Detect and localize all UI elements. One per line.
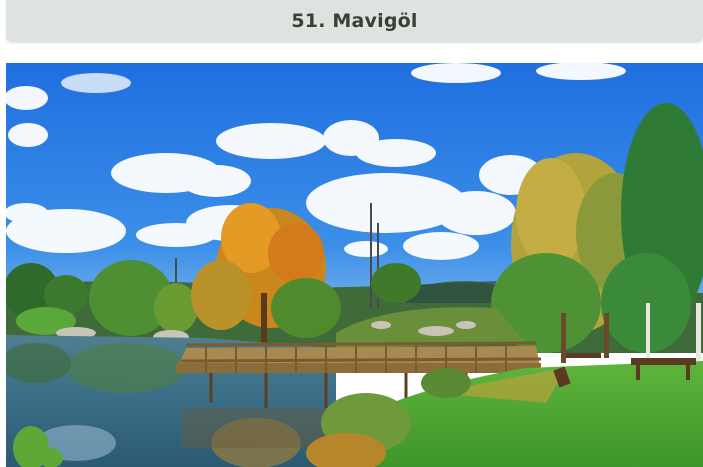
page-title: 51. Mavigöl	[291, 10, 418, 32]
page: 51. Mavigöl	[0, 0, 703, 467]
landscape-illustration	[6, 63, 703, 467]
title-bar: 51. Mavigöl	[6, 0, 703, 42]
landscape-photo	[6, 63, 703, 467]
